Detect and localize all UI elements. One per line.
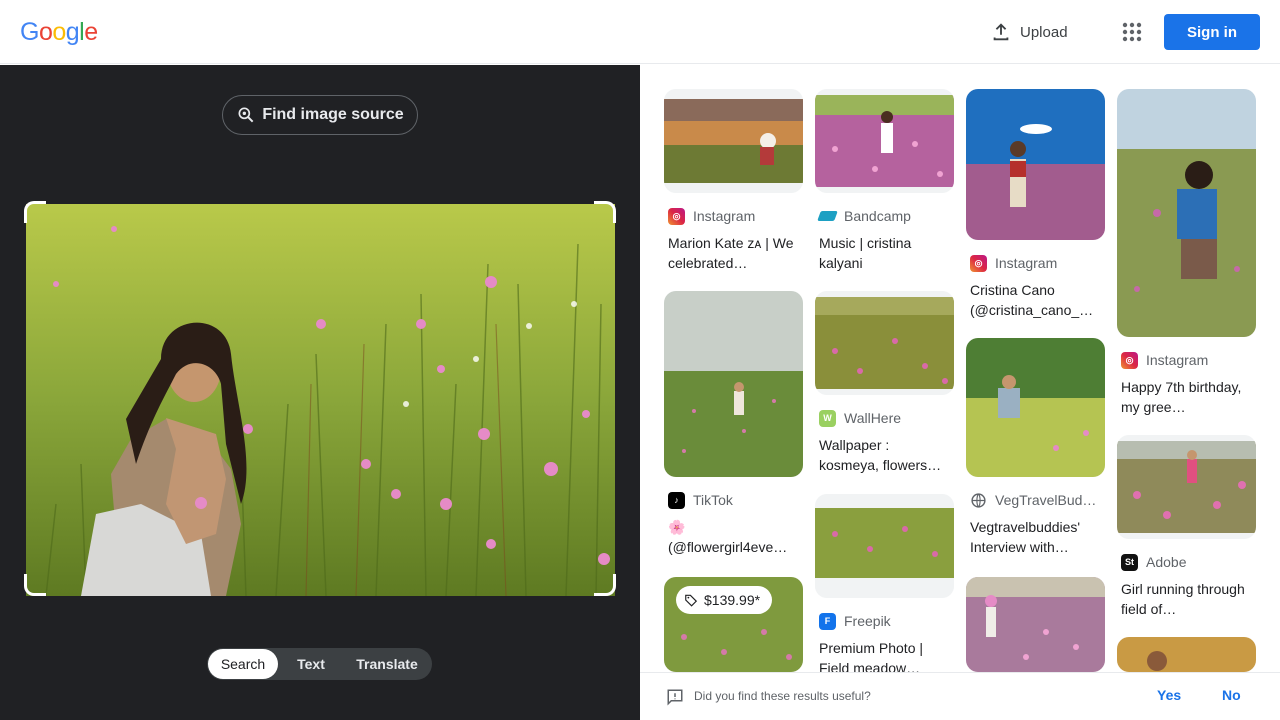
google-logo[interactable]: Google <box>20 18 98 46</box>
result-source: ♪ TikTok <box>668 491 803 509</box>
bandcamp-icon <box>817 211 838 221</box>
find-image-source-label: Find image source <box>262 106 404 123</box>
tab-search[interactable]: Search <box>208 649 278 679</box>
tab-translate[interactable]: Translate <box>344 649 430 679</box>
price-tag-icon <box>685 594 698 607</box>
uploaded-photo <box>26 204 615 596</box>
result-source: St Adobe <box>1121 553 1256 571</box>
result-source: ◎ Instagram <box>668 207 803 225</box>
result-card[interactable]: F Freepik Premium Photo | Field meadow… <box>815 494 954 672</box>
result-title[interactable]: Music | cristina kalyani <box>819 233 950 273</box>
feedback-question: Did you find these results useful? <box>694 689 871 703</box>
result-title[interactable]: Girl running through field of… <box>1121 579 1252 619</box>
result-thumbnail[interactable] <box>664 89 803 193</box>
result-thumbnail[interactable] <box>664 291 803 477</box>
upload-label: Upload <box>1020 23 1068 41</box>
result-thumbnail[interactable] <box>966 338 1105 477</box>
result-thumbnail[interactable] <box>966 577 1105 672</box>
top-bar: Google Upload Sign in <box>0 0 1280 64</box>
result-title[interactable]: Vegtravelbuddies' Interview with… <box>970 517 1101 557</box>
wallhere-icon: W <box>819 409 836 427</box>
freepik-icon: F <box>819 612 836 630</box>
crop-corner-top-left[interactable] <box>24 201 46 223</box>
result-card[interactable]: W WallHere Wallpaper : kosmeya, flowers… <box>815 291 954 475</box>
feedback-yes-button[interactable]: Yes <box>1157 687 1181 703</box>
result-card[interactable]: Bandcamp Music | cristina kalyani <box>815 89 954 273</box>
lens-search-icon <box>238 107 254 123</box>
result-card[interactable]: ◎ Instagram Happy 7th birthday, my gree… <box>1117 89 1256 417</box>
result-card[interactable] <box>1117 637 1256 672</box>
feedback-no-button[interactable]: No <box>1222 687 1241 703</box>
lens-mode-tabs: Search Text Translate <box>207 648 432 680</box>
result-card[interactable]: ◎ Instagram Marion Kate ᴢᴀ | We celebrat… <box>664 89 803 273</box>
adobe-stock-icon: St <box>1121 553 1138 571</box>
result-source: F Freepik <box>819 612 954 630</box>
result-source: ◎ Instagram <box>970 254 1105 272</box>
result-source: Bandcamp <box>817 207 954 225</box>
globe-icon <box>971 492 986 508</box>
feedback-bar: Did you find these results useful? Yes N… <box>640 672 1280 720</box>
result-card[interactable]: ♪ TikTok 🌸 (@flowergirl4eve… <box>664 291 803 557</box>
result-card[interactable] <box>966 577 1105 672</box>
result-title[interactable]: Cristina Cano (@cristina_cano_… <box>970 280 1101 320</box>
result-source: VegTravelBud… <box>970 491 1105 509</box>
upload-icon <box>993 23 1009 41</box>
result-card[interactable]: St Adobe Girl running through field of… <box>1117 435 1256 619</box>
find-image-source-button[interactable]: Find image source <box>222 95 418 135</box>
result-title[interactable]: Premium Photo | Field meadow… <box>819 638 950 672</box>
google-apps-button[interactable] <box>1120 20 1144 44</box>
result-thumbnail[interactable] <box>1117 435 1256 539</box>
result-card[interactable]: VegTravelBud… Vegtravelbuddies' Intervie… <box>966 338 1105 557</box>
result-card[interactable]: $139.99* <box>664 577 803 672</box>
result-title[interactable]: Wallpaper : kosmeya, flowers… <box>819 435 950 475</box>
result-source: W WallHere <box>819 409 954 427</box>
tab-text[interactable]: Text <box>278 649 344 679</box>
crop-corner-bottom-right[interactable] <box>594 574 616 596</box>
instagram-icon: ◎ <box>1121 351 1138 369</box>
lens-image-panel: Find image source Search Text Translate <box>0 65 640 720</box>
result-thumbnail[interactable] <box>966 89 1105 240</box>
result-title[interactable]: Marion Kate ᴢᴀ | We celebrated… <box>668 233 799 273</box>
result-title[interactable]: Happy 7th birthday, my gree… <box>1121 377 1252 417</box>
crop-corner-top-right[interactable] <box>594 201 616 223</box>
result-thumbnail[interactable] <box>1117 89 1256 337</box>
crop-corner-bottom-left[interactable] <box>24 574 46 596</box>
instagram-icon: ◎ <box>970 254 987 272</box>
instagram-icon: ◎ <box>668 207 685 225</box>
result-card[interactable]: ◎ Instagram Cristina Cano (@cristina_can… <box>966 89 1105 320</box>
result-thumbnail[interactable] <box>815 494 954 598</box>
tiktok-icon: ♪ <box>668 491 685 509</box>
result-thumbnail[interactable] <box>815 291 954 395</box>
sign-in-button[interactable]: Sign in <box>1164 14 1260 50</box>
price-badge: $139.99* <box>676 586 773 614</box>
upload-button[interactable]: Upload <box>990 18 1068 46</box>
result-title[interactable]: 🌸 (@flowergirl4eve… <box>668 517 799 557</box>
feedback-icon <box>667 689 683 706</box>
result-thumbnail[interactable]: $139.99* <box>664 577 803 672</box>
result-thumbnail[interactable] <box>815 89 954 193</box>
apps-grid-icon <box>1122 22 1142 42</box>
result-source: ◎ Instagram <box>1121 351 1256 369</box>
result-thumbnail[interactable] <box>1117 637 1256 672</box>
visual-matches-grid: ◎ Instagram Marion Kate ᴢᴀ | We celebrat… <box>640 65 1280 672</box>
